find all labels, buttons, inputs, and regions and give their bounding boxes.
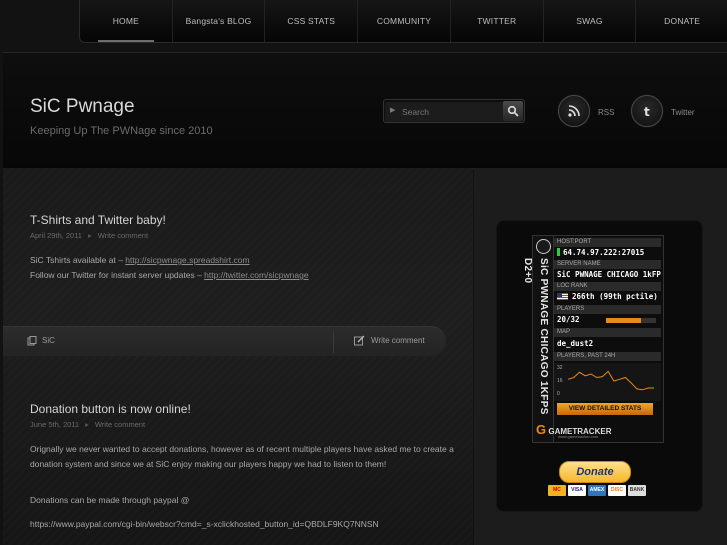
nav-item-css-stats[interactable]: CSS STATS xyxy=(265,0,359,42)
players-row: 20/32 xyxy=(554,315,661,325)
sidebar-widget: SiC PWNAGE CHICAGO 1KFPS D2+0 HOST:PORT … xyxy=(496,220,703,512)
search-box: ▶ xyxy=(383,99,525,123)
main-content: T-Shirts and Twitter baby! April 29th, 2… xyxy=(3,168,473,545)
gametracker-banner[interactable]: SiC PWNAGE CHICAGO 1KFPS D2+0 HOST:PORT … xyxy=(522,235,664,443)
players-label: PLAYERS xyxy=(554,305,661,314)
site-title[interactable]: SiC Pwnage xyxy=(30,96,135,118)
rss-button[interactable] xyxy=(558,95,590,127)
rss-label[interactable]: RSS xyxy=(598,108,614,117)
svg-text:t: t xyxy=(644,105,650,118)
nav-item-twitter[interactable]: TWITTER xyxy=(451,0,544,42)
post-footer: SiC Write comment xyxy=(3,326,446,356)
view-detailed-stats-button[interactable]: VIEW DETAILED STATS xyxy=(557,403,653,415)
author-icon xyxy=(27,336,37,346)
us-flag-icon xyxy=(557,293,568,300)
nav-item-donate[interactable]: DONATE xyxy=(636,0,727,42)
post-text: SiC Tshirts available at – xyxy=(30,255,126,265)
banner-server-title: SiC PWNAGE CHICAGO 1KFPS D2+0 xyxy=(522,258,549,415)
rank-value: 266th (99th pctile) xyxy=(554,292,661,302)
post-title[interactable]: Donation button is now online! xyxy=(30,402,191,416)
write-comment-link[interactable]: Write comment xyxy=(98,231,148,240)
search-button[interactable] xyxy=(503,101,523,121)
twitter-icon: t xyxy=(644,105,650,118)
site-tagline: Keeping Up The PWNage since 2010 xyxy=(30,125,213,137)
gametracker-g-icon: G xyxy=(536,422,547,437)
server-name-value: SiC PWNAGE CHICAGO 1kFP xyxy=(557,270,661,279)
post-date: April 29th, 2011 xyxy=(30,231,82,240)
nav-item-blog[interactable]: Bangsta's BLOG xyxy=(173,0,266,42)
twitter-button[interactable]: t xyxy=(631,95,663,127)
server-name-label: SERVER NAME xyxy=(554,260,661,269)
nav-item-community[interactable]: COMMUNITY xyxy=(358,0,451,42)
payment-card-icon: AMEX xyxy=(588,485,606,496)
post-body: SiC Tshirts available at – http://sicpwn… xyxy=(30,253,455,283)
paypal-donate-button[interactable]: Donate xyxy=(559,461,631,483)
search-input[interactable] xyxy=(400,103,499,120)
post-author[interactable]: SiC xyxy=(42,336,55,345)
top-navigation: HOME Bangsta's BLOG CSS STATS COMMUNITY … xyxy=(79,0,727,43)
post-text: Follow our Twitter for instant server up… xyxy=(30,270,205,280)
meta-separator-icon: ▸ xyxy=(85,420,89,429)
write-comment-link[interactable]: Write comment xyxy=(95,420,145,429)
players-value: 20/32 xyxy=(557,315,580,324)
gametracker-badge-icon xyxy=(536,239,551,254)
payment-card-icon: MC xyxy=(548,485,566,496)
loc-rank-label: LOC RANK xyxy=(554,282,661,291)
post-paragraph: Orignally we never wanted to accept dona… xyxy=(30,444,454,469)
twitter-link[interactable]: http://twitter.com/sicpwnage xyxy=(204,270,308,280)
post-meta: June 5th, 2011 ▸ Write comment xyxy=(30,420,145,429)
nav-item-home[interactable]: HOME xyxy=(80,0,173,42)
footer-divider xyxy=(333,331,334,353)
arrow-right-icon: ▶ xyxy=(390,107,396,114)
map-label: MAP xyxy=(554,328,661,337)
edit-icon xyxy=(354,335,365,346)
site-header: SiC Pwnage Keeping Up The PWNage since 2… xyxy=(3,52,727,169)
host-port-text: 64.74.97.222:27015 xyxy=(563,248,645,257)
paypal-url: https://www.paypal.com/cgi-bin/webscr?cm… xyxy=(30,519,379,529)
twitter-label[interactable]: Twitter xyxy=(671,108,695,117)
gametracker-url: www.gametracker.com xyxy=(558,434,599,439)
players-graph: 32 16 0 xyxy=(554,363,661,401)
rss-icon xyxy=(568,105,580,117)
payment-card-icon: DISC xyxy=(608,485,626,496)
spreadshirt-link[interactable]: http://sicpwnage.spreadshirt.com xyxy=(125,255,249,265)
banner-side: SiC PWNAGE CHICAGO 1KFPS D2+0 xyxy=(522,236,554,442)
payment-card-icon: VISA xyxy=(568,485,586,496)
history-label: PLAYERS, PAST 24H xyxy=(554,352,661,361)
players-graph-line xyxy=(567,370,654,391)
search-icon xyxy=(507,105,519,117)
post-paragraph: Donations can be made through paypal @ xyxy=(30,495,190,505)
map-value: de_dust2 xyxy=(557,339,594,348)
nav-item-swag[interactable]: SWAG xyxy=(544,0,637,42)
payment-card-icon: BANK xyxy=(628,485,646,496)
host-port-label: HOST:PORT xyxy=(554,238,661,247)
footer-write-comment[interactable]: Write comment xyxy=(371,336,425,345)
host-port-value: 64.74.97.222:27015 xyxy=(554,248,661,258)
players-progress-fill xyxy=(606,318,641,323)
players-graph-series xyxy=(567,370,654,391)
post-title[interactable]: T-Shirts and Twitter baby! xyxy=(30,213,166,227)
payment-cards: MC VISA AMEX DISC BANK xyxy=(548,485,646,496)
post-meta: April 29th, 2011 ▸ Write comment xyxy=(30,231,148,240)
online-status-icon xyxy=(557,248,560,256)
sidebar: SiC PWNAGE CHICAGO 1KFPS D2+0 HOST:PORT … xyxy=(474,168,727,545)
rank-text: 266th (99th pctile) xyxy=(572,292,658,301)
meta-separator-icon: ▸ xyxy=(87,231,92,240)
post-date: June 5th, 2011 xyxy=(30,420,80,429)
players-progress xyxy=(606,318,656,323)
